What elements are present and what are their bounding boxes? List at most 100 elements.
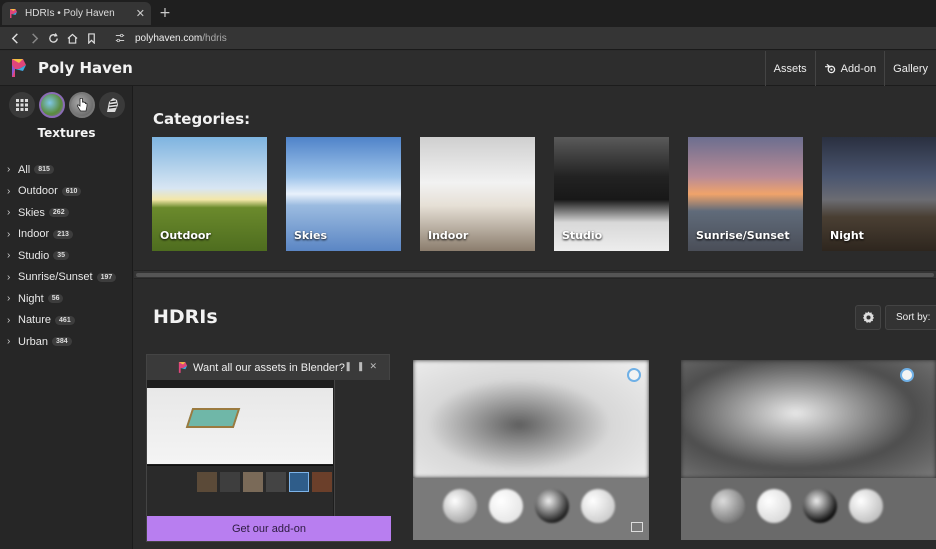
blender-screenshot bbox=[147, 380, 391, 518]
grid-icon bbox=[16, 99, 28, 111]
sphere-white bbox=[757, 489, 791, 523]
hdri-card[interactable] bbox=[413, 360, 649, 540]
models-type-icon[interactable] bbox=[99, 92, 125, 118]
count-badge: 56 bbox=[47, 294, 64, 304]
sphere-glossy bbox=[581, 489, 615, 523]
site-header: Poly Haven Assets Add-on Gallery bbox=[0, 51, 936, 86]
nav-gallery[interactable]: Gallery bbox=[884, 51, 936, 86]
category-card-indoor[interactable]: Indoor bbox=[420, 137, 535, 251]
sidebar-item-label: Outdoor bbox=[18, 185, 58, 198]
categories-heading: Categories: bbox=[153, 110, 251, 128]
poly-haven-logo-icon[interactable] bbox=[9, 57, 29, 79]
poly-haven-favicon-icon bbox=[10, 9, 17, 18]
blender-properties-panel bbox=[334, 380, 391, 518]
chevron-right-icon: › bbox=[7, 314, 11, 326]
sidebar-item-label: Nature bbox=[18, 314, 52, 327]
promo-pause-close-icon[interactable]: ❚❚✕ bbox=[344, 361, 382, 372]
sidebar-item-skies[interactable]: › Skies 262 bbox=[7, 202, 116, 224]
top-nav: Assets Add-on Gallery bbox=[764, 51, 936, 86]
sidebar-item-indoor[interactable]: › Indoor 213 bbox=[7, 224, 116, 246]
browser-tab[interactable]: HDRIs • Poly Haven ✕ bbox=[2, 2, 151, 25]
home-icon bbox=[67, 33, 78, 44]
count-badge: 262 bbox=[48, 208, 69, 218]
sidebar-item-night[interactable]: › Night 56 bbox=[7, 288, 116, 310]
sort-dropdown[interactable]: Sort by: bbox=[885, 305, 936, 330]
sidebar-item-label: Sunrise/Sunset bbox=[18, 271, 93, 284]
chevron-right-icon: › bbox=[7, 336, 11, 348]
back-arrow-icon bbox=[11, 32, 18, 44]
asset-thumb bbox=[312, 472, 332, 492]
sidebar-item-studio[interactable]: › Studio 35 bbox=[7, 245, 116, 267]
sidebar-item-label: Urban bbox=[18, 335, 48, 348]
nav-assets[interactable]: Assets bbox=[764, 51, 815, 86]
nav-gallery-label: Gallery bbox=[893, 62, 928, 75]
all-assets-grid-icon[interactable] bbox=[9, 92, 35, 118]
count-badge: 35 bbox=[53, 251, 69, 261]
brand-name[interactable]: Poly Haven bbox=[38, 59, 133, 77]
hdri-type-icon[interactable] bbox=[39, 92, 65, 118]
asset-thumb bbox=[197, 472, 217, 492]
category-scrollbar[interactable] bbox=[134, 270, 936, 279]
sidebar-item-urban[interactable]: › Urban 384 bbox=[7, 331, 116, 353]
chevron-right-icon: › bbox=[7, 271, 11, 283]
addon-badge-icon bbox=[627, 368, 641, 382]
category-card-studio[interactable]: Studio bbox=[554, 137, 669, 251]
bookmark-button[interactable] bbox=[82, 29, 101, 48]
sidebar-item-all[interactable]: › All 815 bbox=[7, 159, 116, 181]
settings-button[interactable] bbox=[855, 305, 881, 330]
sidebar-item-nature[interactable]: › Nature 461 bbox=[7, 310, 116, 332]
promo-header: Want all our assets in Blender? ❚❚✕ bbox=[147, 355, 389, 380]
asset-thumb bbox=[243, 472, 263, 492]
category-card-label: Sunrise/Sunset bbox=[696, 229, 790, 242]
chevron-right-icon: › bbox=[7, 293, 11, 305]
back-button[interactable] bbox=[6, 29, 25, 48]
new-tab-button[interactable]: + bbox=[156, 4, 174, 22]
blender-asset-thumbnails bbox=[197, 472, 332, 492]
sphere-chrome bbox=[803, 489, 837, 523]
sphere-white bbox=[489, 489, 523, 523]
address-bar: polyhaven.com/hdris bbox=[0, 27, 936, 50]
forward-button[interactable] bbox=[25, 29, 44, 48]
nav-addon-label: Add-on bbox=[840, 62, 877, 75]
textures-type-icon[interactable] bbox=[69, 92, 95, 118]
sidebar-item-label: Skies bbox=[18, 206, 45, 219]
scrollbar-thumb[interactable] bbox=[136, 273, 934, 277]
gear-icon bbox=[862, 311, 874, 323]
sidebar-title: Textures bbox=[37, 126, 96, 140]
category-card-skies[interactable]: Skies bbox=[286, 137, 401, 251]
sidebar-item-label: Night bbox=[18, 292, 44, 305]
category-card-label: Studio bbox=[562, 229, 603, 242]
site-settings-icon[interactable] bbox=[115, 33, 125, 43]
reload-button[interactable] bbox=[44, 29, 63, 48]
category-card-outdoor[interactable]: Outdoor bbox=[152, 137, 267, 251]
category-card-night[interactable]: Night bbox=[822, 137, 936, 251]
count-badge: 815 bbox=[34, 165, 54, 175]
sidebar-item-sunrise-sunset[interactable]: › Sunrise/Sunset 197 bbox=[7, 267, 117, 289]
image-icon bbox=[631, 522, 643, 532]
count-badge: 197 bbox=[96, 272, 117, 282]
tab-title: HDRIs • Poly Haven bbox=[25, 8, 115, 19]
url-path: /hdris bbox=[202, 32, 227, 44]
sphere-diffuse bbox=[711, 489, 745, 523]
chevron-right-icon: › bbox=[7, 250, 11, 262]
sidebar-item-label: Indoor bbox=[18, 228, 50, 241]
category-card-label: Night bbox=[830, 229, 864, 242]
asset-thumb bbox=[289, 472, 309, 492]
category-card-sunrise-sunset[interactable]: Sunrise/Sunset bbox=[688, 137, 803, 251]
chevron-right-icon: › bbox=[7, 228, 11, 240]
hdri-card[interactable] bbox=[681, 360, 936, 540]
get-addon-button[interactable]: Get our add-on bbox=[147, 516, 391, 541]
nav-addon[interactable]: Add-on bbox=[814, 51, 884, 86]
category-card-label: Indoor bbox=[428, 229, 469, 242]
sidebar-item-outdoor[interactable]: › Outdoor 610 bbox=[7, 181, 116, 203]
url-field[interactable]: polyhaven.com/hdris bbox=[115, 33, 227, 44]
count-badge: 213 bbox=[53, 229, 73, 239]
forward-arrow-icon bbox=[32, 32, 39, 44]
chevron-right-icon: › bbox=[7, 207, 11, 219]
count-badge: 461 bbox=[55, 315, 75, 325]
blender-table-model bbox=[185, 408, 241, 428]
chevron-right-icon: › bbox=[7, 185, 11, 197]
url-host: polyhaven.com bbox=[135, 32, 203, 44]
tab-close-icon[interactable]: ✕ bbox=[136, 7, 145, 20]
home-button[interactable] bbox=[63, 29, 82, 48]
